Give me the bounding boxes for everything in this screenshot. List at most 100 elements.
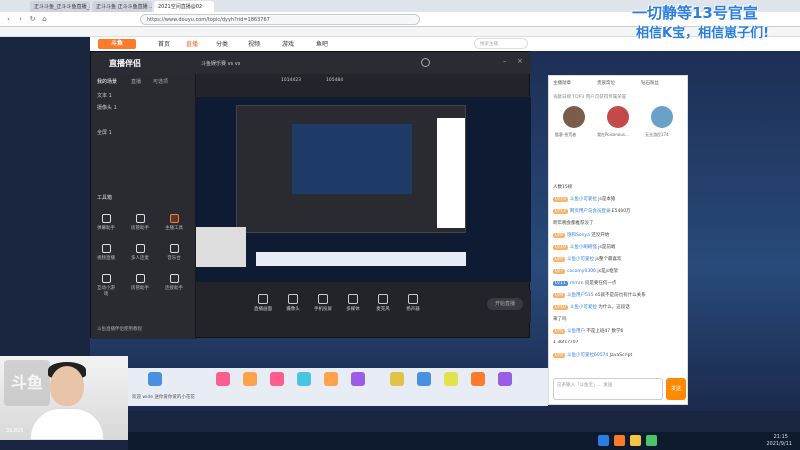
taskbar-app-icon[interactable] bbox=[614, 435, 625, 446]
search-input[interactable]: 搜索主播 bbox=[474, 38, 528, 49]
gift-icon[interactable] bbox=[471, 372, 485, 386]
chat-input[interactable]: 这条输入「斗鱼宝」... 发送 bbox=[553, 378, 663, 400]
browser-tab-active[interactable]: 2021空间直播@02 bbox=[154, 1, 214, 12]
companion-left-panel: 我的场景 直播 可选项 文本 1 摄像头 1 全屏 1 工具箱 弹幕助手 房管助… bbox=[91, 74, 196, 339]
tool-video[interactable]: 视频直播 bbox=[95, 244, 117, 261]
video-icon bbox=[101, 244, 111, 253]
source-text[interactable]: 文本 1 bbox=[97, 92, 112, 99]
chat-message: LV15 斗鱼小可爱拉 js是本猿 bbox=[553, 197, 616, 202]
nested-giftbar bbox=[256, 252, 466, 266]
browser-tab[interactable]: 正斗斗鱼 正斗斗鱼直播 ... bbox=[92, 1, 152, 12]
nav-home[interactable]: 首页 bbox=[158, 39, 170, 48]
anchor-icon bbox=[169, 214, 179, 223]
gift-icon[interactable] bbox=[390, 372, 404, 386]
browser-tab[interactable]: 正斗斗鱼_正斗斗鱼直播_斗鱼... bbox=[30, 1, 90, 12]
button-phone-cast[interactable]: 手机投屏 bbox=[310, 294, 336, 312]
shield-icon bbox=[135, 274, 145, 283]
chat-message: 1 3bfc7707 bbox=[553, 340, 579, 345]
button-screen[interactable]: 直播画面 bbox=[250, 294, 276, 312]
chat-message: LV8 斗鱼小可爱拉60574 JavaScript bbox=[553, 353, 633, 358]
taskbar: 21:15 2021/9/11 bbox=[128, 432, 800, 450]
send-button[interactable]: 发送 bbox=[666, 378, 686, 400]
tool-music[interactable]: 音乐台 bbox=[163, 244, 185, 261]
tools-header: 工具箱 bbox=[97, 195, 113, 201]
tool-danmaku[interactable]: 弹幕助手 bbox=[95, 214, 117, 231]
nested-preview bbox=[292, 124, 412, 194]
nav-category[interactable]: 分类 bbox=[216, 39, 228, 48]
tool-connect[interactable]: 连接助手 bbox=[163, 274, 185, 291]
tool-roomhelper[interactable]: 房管助手 bbox=[129, 274, 151, 291]
gift-icon[interactable] bbox=[148, 372, 162, 386]
chat-message: 来了吗 bbox=[553, 317, 567, 322]
minimize-icon[interactable]: – bbox=[503, 57, 507, 65]
gift-icon[interactable] bbox=[216, 372, 230, 386]
gift-icon[interactable] bbox=[444, 372, 458, 386]
button-mic[interactable]: 麦克风 bbox=[370, 294, 396, 312]
chat-message: LV10 斗鱼小刷刷怪 js是前端 bbox=[553, 245, 616, 250]
button-speaker[interactable]: 扬声器 bbox=[400, 294, 426, 312]
scene-title[interactable]: 我的场景 bbox=[97, 78, 117, 85]
nav-fishbar[interactable]: 鱼吧 bbox=[316, 39, 328, 48]
gift-icon[interactable] bbox=[270, 372, 284, 386]
taskbar-app-icon[interactable] bbox=[646, 435, 657, 446]
nav-game[interactable]: 游戏 bbox=[282, 39, 294, 48]
tool-minigame[interactable]: 互动小游戏 bbox=[95, 274, 117, 297]
taskbar-app-icon[interactable] bbox=[630, 435, 641, 446]
overlay-banner-line2: 相信K宝，相信崽子们! bbox=[636, 26, 770, 41]
footer-note[interactable]: 斗鱼直播伴侣使用教程 bbox=[97, 326, 142, 332]
top-user-name: 我在Poisonous... bbox=[597, 132, 629, 137]
avatar[interactable] bbox=[563, 106, 585, 128]
camera-icon bbox=[288, 294, 298, 304]
stream-preview[interactable] bbox=[196, 97, 531, 282]
chat-tab-noble[interactable]: 贵族席位 bbox=[597, 80, 615, 86]
gift-icon[interactable] bbox=[297, 372, 311, 386]
tool-roommanager[interactable]: 房管助手 bbox=[129, 214, 151, 231]
go-live-button[interactable]: 开始直播 bbox=[487, 298, 523, 310]
gift-icon[interactable] bbox=[351, 372, 365, 386]
mic-icon bbox=[378, 294, 388, 304]
mic-icon bbox=[135, 244, 145, 253]
avatar[interactable] bbox=[607, 106, 629, 128]
chat-message: LV8 饱和Sonya 还没开始 bbox=[553, 233, 610, 238]
gift-icon[interactable] bbox=[498, 372, 512, 386]
gift-icon[interactable] bbox=[243, 372, 257, 386]
source-fullscreen[interactable]: 全屏 1 bbox=[97, 129, 112, 136]
button-media[interactable]: 多媒体 bbox=[340, 294, 366, 312]
live-companion-window: 直播伴侣 斗鱼娱乐赛 vs vs – × 我的场景 直播 可选项 文本 1 摄像… bbox=[90, 51, 531, 339]
nav-live[interactable]: 直播 bbox=[186, 39, 198, 48]
chat-tab-diamond[interactable]: 钻石粉丝 bbox=[641, 80, 659, 86]
speaker-icon bbox=[408, 294, 418, 304]
gift-icon[interactable] bbox=[324, 372, 338, 386]
avatar[interactable] bbox=[421, 58, 430, 67]
tool-multimic[interactable]: 多人连麦 bbox=[129, 244, 151, 261]
user-icon bbox=[135, 214, 145, 223]
forward-icon[interactable]: › bbox=[16, 15, 25, 24]
phone-icon bbox=[318, 294, 328, 304]
home-icon[interactable]: ⌂ bbox=[40, 15, 49, 24]
top-user-name: 无业游民174 bbox=[645, 132, 669, 137]
webcam-feed: 斗鱼 39,825 bbox=[0, 356, 128, 440]
chat-rank-header: 贡献日榜 TOP3 用户可获得专属荣誉 bbox=[553, 95, 627, 100]
tab-options[interactable]: 可选项 bbox=[153, 78, 168, 85]
avatar[interactable] bbox=[651, 106, 673, 128]
chat-message: LV9 斗鱼小可爱拉 js整个最喜欢 bbox=[553, 257, 622, 262]
url-input[interactable]: https://www.douyu.com/topic/dyyh?rid=186… bbox=[140, 14, 420, 25]
refresh-icon[interactable]: ↻ bbox=[28, 15, 37, 24]
taskbar-app-icon[interactable] bbox=[598, 435, 609, 446]
tab-live[interactable]: 直播 bbox=[131, 78, 141, 85]
chat-message: LV9 斗鱼用户515 e5就不是前也有什么关系 bbox=[553, 293, 646, 298]
nav-video[interactable]: 视频 bbox=[248, 39, 260, 48]
button-camera[interactable]: 摄像头 bbox=[280, 294, 306, 312]
douyu-logo[interactable]: 斗鱼 bbox=[98, 39, 136, 49]
chat-tab-medal[interactable]: 主播勋章 bbox=[553, 80, 571, 86]
back-icon[interactable]: ‹ bbox=[4, 15, 13, 24]
chat-message: LV12 网页用户与会员登录 E5400万 bbox=[553, 209, 631, 214]
gift-icon[interactable] bbox=[417, 372, 431, 386]
stat-fans: 105484 bbox=[326, 78, 344, 83]
source-camera[interactable]: 摄像头 1 bbox=[97, 104, 117, 111]
chat-panel: 主播勋章 贵族席位 钻石粉丝 贡献日榜 TOP3 用户可获得专属荣誉 酷客·拾荒… bbox=[548, 75, 688, 405]
streamer-face bbox=[50, 366, 84, 406]
companion-bottom-bar: 直播画面 摄像头 手机投屏 多媒体 麦克风 扬声器 开始直播 bbox=[196, 290, 531, 322]
close-icon[interactable]: × bbox=[517, 57, 523, 65]
tool-anchor[interactable]: 主播工具 bbox=[163, 214, 185, 231]
